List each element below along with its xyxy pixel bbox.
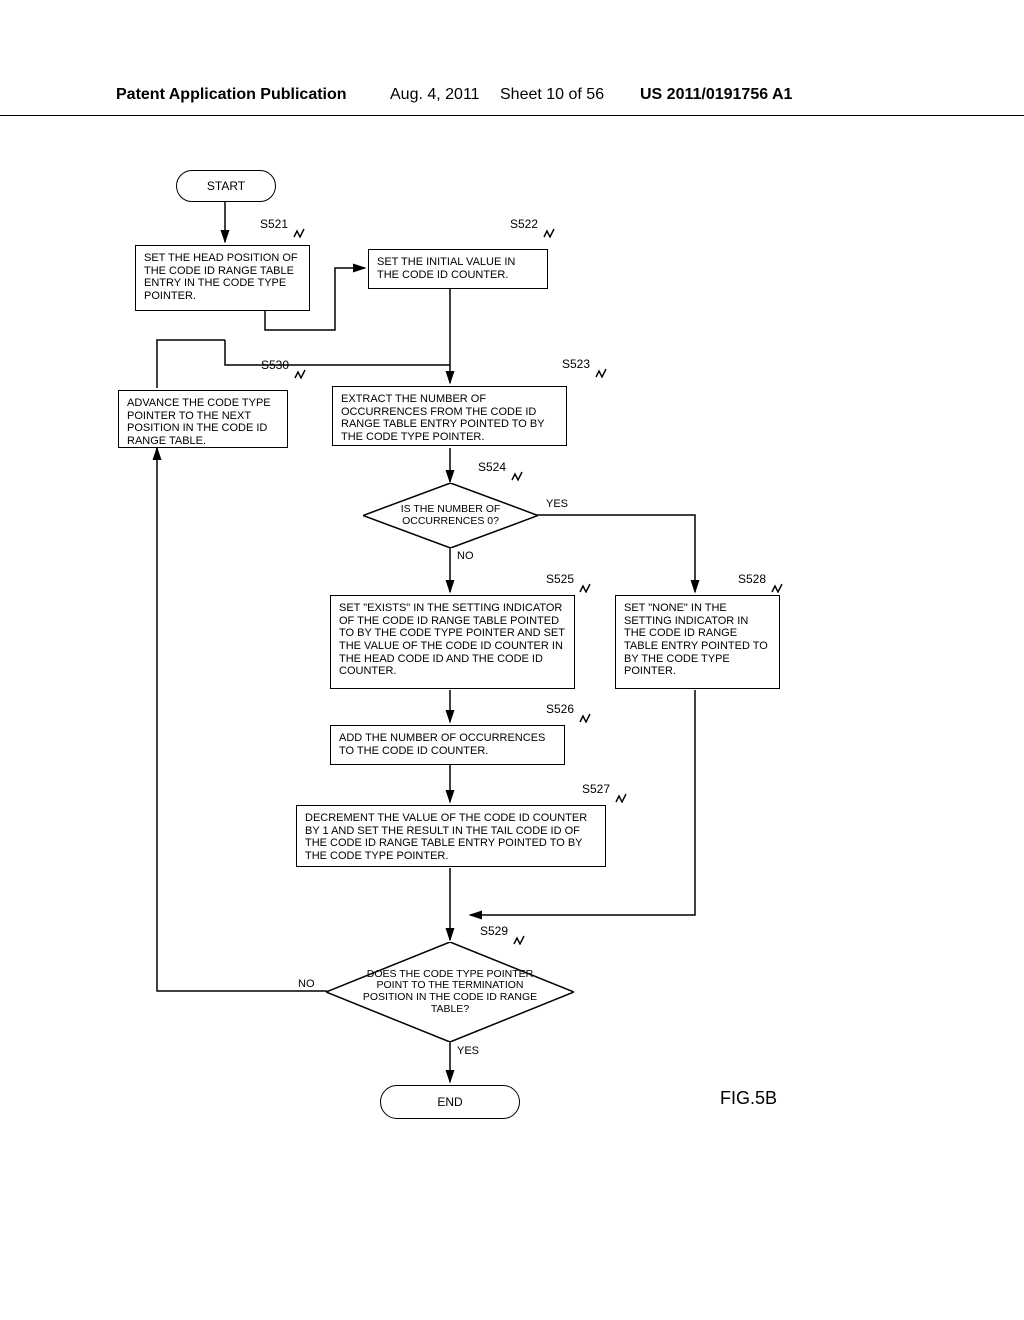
step-label-s527: S527 — [582, 782, 610, 796]
decision-s529-text: DOES THE CODE TYPE POINTER POINT TO THE … — [356, 969, 545, 1015]
leader-blip-icon — [294, 366, 306, 376]
header-sheet: Sheet 10 of 56 — [500, 86, 604, 104]
path-no-s529: NO — [298, 978, 315, 990]
step-label-s521: S521 — [260, 217, 288, 231]
leader-blip-icon — [579, 710, 591, 720]
step-s527: DECREMENT THE VALUE OF THE CODE ID COUNT… — [296, 805, 606, 867]
leader-blip-icon — [579, 580, 591, 590]
leader-blip-icon — [543, 225, 555, 235]
leader-blip-icon — [771, 580, 783, 590]
step-s526: ADD THE NUMBER OF OCCURRENCES TO THE COD… — [330, 725, 565, 765]
step-s522: SET THE INITIAL VALUE IN THE CODE ID COU… — [368, 249, 548, 289]
flowchart-canvas: START S521 SET THE HEAD POSITION OF THE … — [0, 140, 1024, 1240]
page-header: Patent Application Publication Aug. 4, 2… — [0, 86, 1024, 116]
decision-s524: IS THE NUMBER OF OCCURRENCES 0? — [363, 483, 538, 548]
step-s530: ADVANCE THE CODE TYPE POINTER TO THE NEX… — [118, 390, 288, 448]
step-s525: SET "EXISTS" IN THE SETTING INDICATOR OF… — [330, 595, 575, 689]
step-label-s525: S525 — [546, 572, 574, 586]
step-s521: SET THE HEAD POSITION OF THE CODE ID RAN… — [135, 245, 310, 311]
step-label-s524: S524 — [478, 460, 506, 474]
step-s528: SET "NONE" IN THE SETTING INDICATOR IN T… — [615, 595, 780, 689]
leader-blip-icon — [511, 468, 523, 478]
figure-label: FIG.5B — [720, 1088, 777, 1109]
leader-blip-icon — [615, 790, 627, 800]
header-publication: Patent Application Publication — [116, 86, 347, 104]
terminator-end: END — [380, 1085, 520, 1119]
step-s523: EXTRACT THE NUMBER OF OCCURRENCES FROM T… — [332, 386, 567, 446]
step-label-s528: S528 — [738, 572, 766, 586]
header-date: Aug. 4, 2011 — [390, 86, 480, 104]
header-pub-number: US 2011/0191756 A1 — [640, 86, 792, 104]
path-yes-s524: YES — [546, 498, 568, 510]
terminator-start: START — [176, 170, 276, 202]
path-no-s524: NO — [457, 550, 474, 562]
leader-blip-icon — [513, 932, 525, 942]
step-label-s526: S526 — [546, 702, 574, 716]
decision-s529: DOES THE CODE TYPE POINTER POINT TO THE … — [326, 942, 574, 1042]
step-label-s523: S523 — [562, 357, 590, 371]
step-label-s529: S529 — [480, 924, 508, 938]
step-label-s522: S522 — [510, 217, 538, 231]
step-label-s530: S530 — [261, 358, 289, 372]
decision-s524-text: IS THE NUMBER OF OCCURRENCES 0? — [384, 504, 517, 527]
path-yes-s529: YES — [457, 1045, 479, 1057]
leader-blip-icon — [293, 225, 305, 235]
leader-blip-icon — [595, 365, 607, 375]
